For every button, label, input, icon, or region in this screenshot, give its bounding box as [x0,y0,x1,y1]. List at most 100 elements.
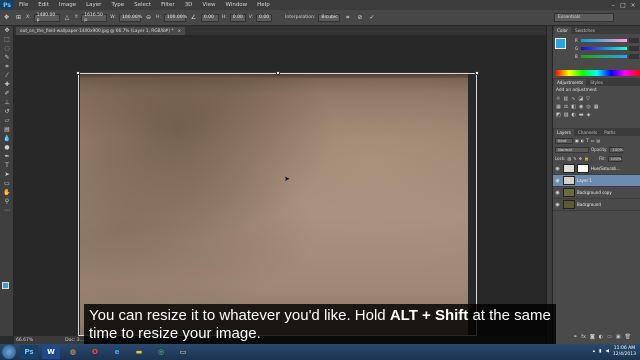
folder-taskbar-icon[interactable]: ▭ [174,345,192,359]
brightness-icon[interactable]: ☼ [556,96,560,102]
move-tool-preset-icon[interactable]: ✥ [2,13,11,22]
hue-saturation-icon[interactable]: ▦ [556,104,561,110]
history-brush-tool-icon[interactable]: ↺ [0,107,14,116]
healing-tool-icon[interactable]: ✚ [0,80,14,89]
menu-layer[interactable]: Layer [81,2,106,8]
maximize-icon[interactable]: □ [618,0,628,10]
tab-color[interactable]: Color [554,27,571,34]
minimize-icon[interactable]: – [608,0,618,10]
height-field[interactable]: 100.00% [163,13,187,22]
tab-adjustments[interactable]: Adjustments [554,79,587,86]
layer-name[interactable]: Hue/Saturati... [591,166,620,171]
layer-row-selected[interactable]: ◉ Layer 1 [553,175,640,187]
close-icon[interactable]: × [628,0,638,10]
layer-style-icon[interactable]: fx [581,334,586,340]
gradient-tool-icon[interactable]: ▤ [0,125,14,134]
menu-help[interactable]: Help [252,2,275,8]
lock-position-icon[interactable]: ✥ [579,156,582,161]
color-balance-icon[interactable]: ⚖ [564,104,568,110]
path-select-tool-icon[interactable]: ➤ [0,170,14,179]
layer-kind-select[interactable]: Kind [555,137,573,144]
opacity-field[interactable]: 100% [609,146,624,153]
blend-mode-select[interactable]: Normal [555,146,589,153]
new-adjustment-icon[interactable]: ◐ [599,334,603,340]
visibility-eye-icon[interactable]: ◉ [554,202,561,208]
green-slider[interactable]: G [575,45,639,51]
transform-handle-top-center[interactable] [276,71,280,75]
lasso-tool-icon[interactable]: ◌ [0,44,14,53]
filter-type-icon[interactable]: T [586,138,588,143]
tab-swatches[interactable]: Swatches [572,27,598,34]
marquee-tool-icon[interactable]: ⬚ [0,35,14,44]
type-tool-icon[interactable]: T [0,161,14,170]
menu-3d[interactable]: 3D [180,2,198,8]
ie-taskbar-icon[interactable]: e [108,345,126,359]
transform-handle-top-left[interactable] [76,71,80,75]
curves-icon[interactable]: ∿ [571,96,575,102]
close-tab-icon[interactable]: × [177,29,181,34]
layer-name[interactable]: Background copy [577,190,612,195]
workspace-select[interactable]: Essentials [554,13,614,22]
tab-channels[interactable]: Channels [575,129,600,136]
more-tools-icon[interactable]: ⋯ [0,206,14,215]
warp-icon[interactable]: ⌗ [343,13,352,22]
layer-row[interactable]: ◉ Background copy [553,187,640,199]
dodge-tool-icon[interactable]: ● [0,143,14,152]
menu-filter[interactable]: Filter [156,2,180,8]
transform-handle-top-right[interactable] [475,71,479,75]
commit-transform-icon[interactable]: ✓ [367,13,376,22]
lock-paint-icon[interactable]: ✎ [573,156,576,161]
width-field[interactable]: 100.00% [118,13,142,22]
tray-arrow-icon[interactable]: ▴ [593,349,595,354]
filter-adjustment-icon[interactable]: ◐ [581,138,585,143]
gradient-map-icon[interactable]: ▬ [579,112,584,118]
menu-image[interactable]: Image [54,2,81,8]
red-slider-track[interactable] [581,38,627,42]
y-field[interactable]: 1616.50 p [81,13,108,23]
filter-shape-icon[interactable]: ▭ [591,138,595,143]
document-tab[interactable]: out_on_the_field-wallpaper-1440x900.jpg … [16,27,186,35]
new-layer-icon[interactable]: ▣ [616,334,621,340]
color-spectrum-ramp[interactable] [555,70,639,76]
opera-taskbar-icon[interactable]: O [86,345,104,359]
photoshop-taskbar-icon[interactable]: Ps [20,345,38,359]
shape-tool-icon[interactable]: ▭ [0,179,14,188]
volume-icon[interactable]: ◀ [605,349,608,354]
photo-filter-icon[interactable]: ◉ [579,104,583,110]
red-slider[interactable]: R [575,37,639,43]
color-lookup-icon[interactable]: ▦ [594,104,599,110]
cancel-transform-icon[interactable]: ⊘ [355,13,364,22]
menu-file[interactable]: File [14,2,33,8]
hand-tool-icon[interactable]: ✋ [0,188,14,197]
visibility-eye-icon[interactable]: ◉ [554,166,561,172]
brush-tool-icon[interactable]: ✐ [0,89,14,98]
fill-field[interactable]: 100% [607,155,622,162]
visibility-eye-icon[interactable]: ◉ [554,190,561,196]
visibility-eye-icon[interactable]: ◉ [554,178,561,184]
zoom-tool-icon[interactable]: ⚲ [0,197,14,206]
explorer-taskbar-icon[interactable]: ▬ [130,345,148,359]
delete-layer-icon[interactable]: 🗑 [625,334,631,340]
word-taskbar-icon[interactable]: W [42,345,60,359]
firefox-taskbar-icon[interactable]: ◍ [64,345,82,359]
tab-layers[interactable]: Layers [554,129,574,136]
network-icon[interactable]: ▮ [599,349,601,354]
pen-tool-icon[interactable]: ✒ [0,152,14,161]
interpolation-select[interactable]: Bicubic [318,13,341,22]
red-value[interactable] [629,37,639,43]
reference-point-icon[interactable]: ⊞ [14,13,23,22]
blur-tool-icon[interactable]: 💧 [0,134,14,143]
menu-view[interactable]: View [197,2,220,8]
eyedropper-tool-icon[interactable]: ⁄ [0,71,14,80]
channel-mixer-icon[interactable]: ◎ [586,104,590,110]
start-button[interactable] [2,345,16,359]
quick-select-tool-icon[interactable]: ✎ [0,53,14,62]
menu-select[interactable]: Select [129,2,156,8]
lock-all-icon[interactable]: 🔒 [584,156,589,161]
triangle-icon[interactable]: △ [63,13,72,22]
link-icon[interactable]: ⊖ [144,13,153,22]
h-skew-field[interactable]: 0.00 [229,13,246,22]
menu-type[interactable]: Type [106,2,129,8]
clock[interactable]: 11:06 AM 12/4/2013 [613,346,636,357]
new-group-icon[interactable]: ▭ [607,334,612,340]
